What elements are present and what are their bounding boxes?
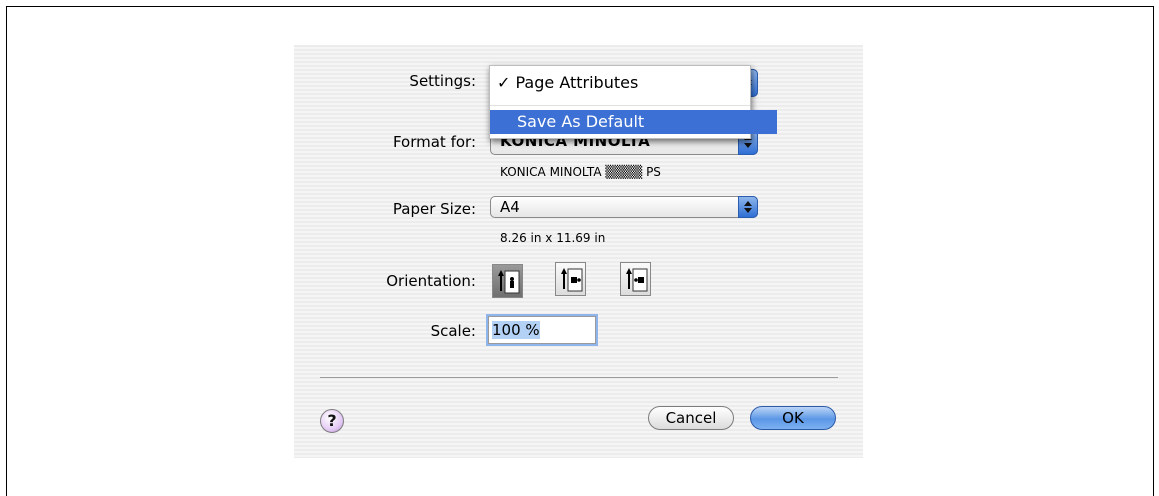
paper-size-label: Paper Size:: [392, 200, 476, 218]
format-for-label: Format for:: [392, 133, 476, 151]
orientation-label: Orientation:: [386, 272, 476, 290]
orientation-portrait-button[interactable]: [492, 264, 523, 298]
scale-label: Scale:: [430, 322, 476, 340]
menu-item-label: Page Attributes: [515, 73, 639, 92]
settings-menu: ✓ Page Attributes Save As Default: [489, 65, 777, 139]
scale-input[interactable]: 100 %: [488, 316, 596, 344]
settings-label: Settings:: [409, 72, 476, 90]
portrait-icon: [498, 270, 520, 294]
menu-item-page-attributes[interactable]: ✓ Page Attributes: [490, 71, 757, 95]
paper-size-popup[interactable]: A4: [490, 196, 758, 218]
menu-separator: [490, 105, 750, 106]
divider: [320, 377, 838, 378]
orientation-landscape-left-button[interactable]: [555, 262, 586, 296]
landscape-left-icon: [561, 268, 583, 292]
paper-dimensions: 8.26 in x 11.69 in: [500, 231, 606, 245]
printer-description: KONICA MINOLTA ▒▒▒▒ PS: [500, 165, 661, 179]
help-button[interactable]: ?: [320, 409, 344, 433]
paper-size-value: A4: [500, 198, 520, 216]
ok-button[interactable]: OK: [750, 406, 836, 430]
menu-item-save-as-default[interactable]: Save As Default: [490, 110, 777, 134]
cancel-button[interactable]: Cancel: [648, 406, 734, 430]
checkmark-icon: ✓: [497, 73, 511, 92]
menu-item-label: Save As Default: [517, 112, 645, 131]
scale-value: 100 %: [492, 321, 540, 339]
popup-stepper-icon: [738, 196, 758, 218]
landscape-right-icon: [626, 268, 648, 292]
orientation-landscape-right-button[interactable]: [620, 262, 651, 296]
